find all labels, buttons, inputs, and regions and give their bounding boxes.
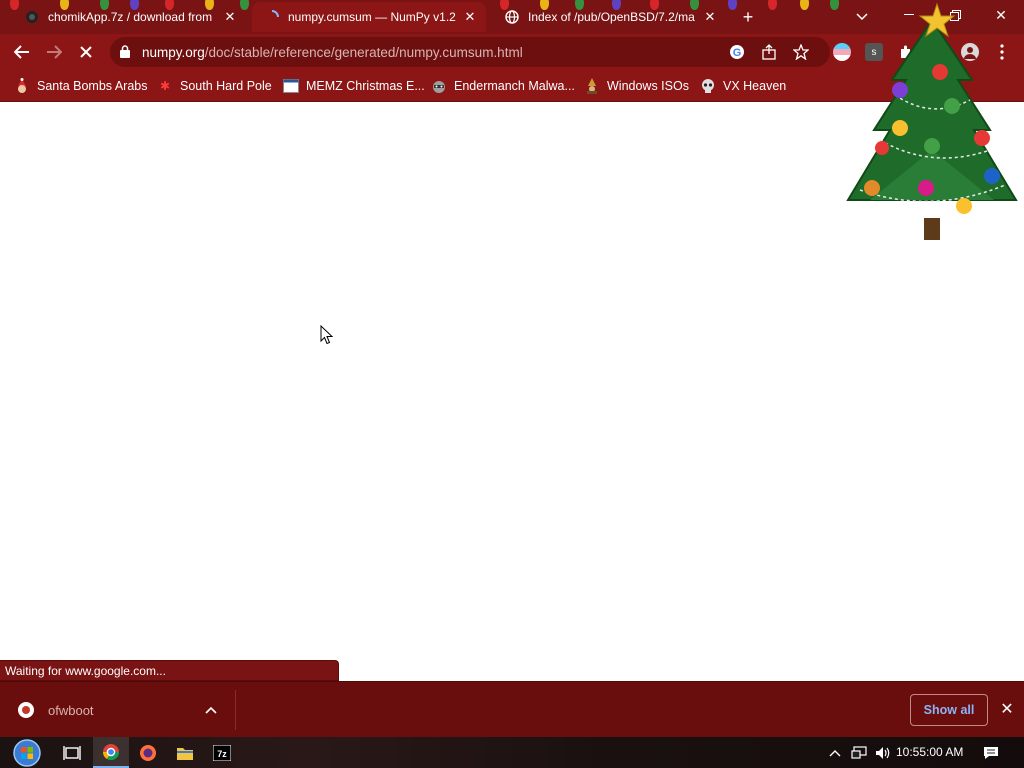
bookmark-south-hard-pole[interactable]: ✱ South Hard Pole: [157, 76, 272, 96]
file-explorer-icon[interactable]: [167, 737, 203, 768]
star-icon[interactable]: [792, 43, 810, 61]
bookmark-label: Endermanch Malwa...: [454, 79, 575, 93]
firefox-icon[interactable]: [130, 737, 166, 768]
close-download-shelf-button[interactable]: ✕: [996, 698, 1018, 720]
christmas-light-decoration: [728, 0, 737, 10]
share-icon[interactable]: [760, 43, 778, 61]
christmas-light-decoration: [800, 0, 809, 10]
window-icon: [283, 78, 299, 94]
stop-loading-button[interactable]: [72, 38, 100, 66]
bookmark-windows-isos[interactable]: Windows ISOs: [584, 76, 689, 96]
bookmark-vx-heaven[interactable]: VX Heaven: [700, 76, 786, 96]
tab-openbsd-index[interactable]: Index of /pub/OpenBSD/7.2/ma ✕: [492, 2, 726, 32]
notifications-icon[interactable]: [980, 737, 1002, 768]
forward-button[interactable]: [40, 38, 68, 66]
new-tab-button[interactable]: +: [738, 7, 758, 27]
task-view-icon[interactable]: [54, 737, 90, 768]
wizard-icon: [584, 78, 600, 94]
url-host: numpy.org: [142, 45, 205, 60]
close-tab-icon[interactable]: ✕: [462, 9, 478, 25]
dark-globe-icon: [24, 9, 40, 25]
santa-icon: [14, 78, 30, 94]
back-button[interactable]: [8, 38, 36, 66]
christmas-tree-decoration: [840, 0, 1024, 244]
chevron-up-icon[interactable]: [199, 698, 223, 722]
file-icon: [18, 702, 34, 718]
bookmark-endermanch[interactable]: Endermanch Malwa...: [431, 76, 575, 96]
download-shelf: ofwboot Show all ✕: [0, 681, 1024, 737]
tab-numpy-cumsum[interactable]: numpy.cumsum — NumPy v1.23 ✕: [252, 2, 486, 32]
lock-icon[interactable]: [120, 45, 130, 58]
url-path: /doc/stable/reference/generated/numpy.cu…: [204, 45, 523, 60]
tab-title: Index of /pub/OpenBSD/7.2/ma: [528, 10, 695, 24]
show-all-downloads-button[interactable]: Show all: [910, 694, 988, 726]
tab-chomikapp[interactable]: chomikApp.7z / download from ✕: [12, 2, 246, 32]
mouse-cursor: [320, 324, 334, 345]
7zip-label: 7z: [217, 749, 227, 759]
loading-spinner-icon: [264, 9, 280, 25]
status-bubble: Waiting for www.google.com...: [0, 660, 339, 681]
taskbar-clock[interactable]: 10:55:00 AM: [896, 745, 963, 759]
bookmark-label: Windows ISOs: [607, 79, 689, 93]
url-text[interactable]: numpy.org/doc/stable/reference/generated…: [142, 45, 523, 60]
volume-icon[interactable]: [872, 737, 894, 768]
close-tab-icon[interactable]: ✕: [222, 9, 238, 25]
download-filename: ofwboot: [48, 702, 94, 718]
snowflake-icon: ✱: [159, 79, 171, 93]
bookmark-label: VX Heaven: [723, 79, 787, 93]
chrome-icon[interactable]: [93, 737, 129, 768]
raccoon-icon: [431, 78, 447, 94]
bookmark-label: South Hard Pole: [180, 79, 272, 93]
bookmark-memz-christmas[interactable]: MEMZ Christmas E...: [283, 76, 425, 96]
svg-text:G: G: [733, 47, 742, 59]
show-hidden-icons-chevron-icon[interactable]: [826, 737, 844, 768]
start-button[interactable]: [8, 737, 46, 768]
close-tab-icon[interactable]: ✕: [702, 9, 718, 25]
network-icon[interactable]: [848, 737, 870, 768]
christmas-light-decoration: [830, 0, 839, 10]
windows-taskbar: 7z 10:55:00 AM: [0, 737, 1024, 768]
download-item[interactable]: ofwboot: [10, 690, 236, 730]
tab-title: numpy.cumsum — NumPy v1.23: [288, 10, 456, 24]
skull-icon: [700, 78, 716, 94]
christmas-light-decoration: [768, 0, 777, 10]
bookmark-santa-bombs-arabs[interactable]: Santa Bombs Arabs: [14, 76, 147, 96]
bookmark-label: MEMZ Christmas E...: [306, 79, 425, 93]
google-icon[interactable]: G: [728, 43, 746, 61]
address-bar[interactable]: numpy.org/doc/stable/reference/generated…: [110, 37, 830, 67]
globe-icon: [504, 9, 520, 25]
tab-title: chomikApp.7z / download from: [48, 10, 213, 24]
7zip-icon[interactable]: 7z: [204, 737, 240, 768]
bookmark-label: Santa Bombs Arabs: [37, 79, 148, 93]
